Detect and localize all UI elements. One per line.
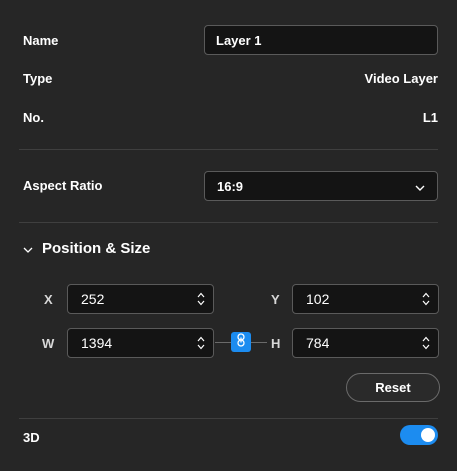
y-value: 102 [306, 291, 330, 307]
width-input[interactable]: 1394 [67, 328, 214, 358]
w-label: W [42, 336, 55, 351]
type-value: Video Layer [364, 71, 438, 86]
number-label: No. [23, 110, 44, 125]
link-connector [251, 342, 267, 343]
three-d-label: 3D [23, 430, 40, 445]
height-input[interactable]: 784 [292, 328, 439, 358]
aspect-ratio-label: Aspect Ratio [23, 178, 103, 193]
height-value: 784 [306, 335, 330, 351]
divider [19, 418, 438, 419]
name-label: Name [23, 33, 59, 48]
y-input[interactable]: 102 [292, 284, 439, 314]
toggle-knob [421, 428, 435, 442]
x-value: 252 [81, 291, 105, 307]
spinner-arrows-icon[interactable] [195, 335, 207, 351]
link-icon [237, 332, 245, 352]
type-label: Type [23, 71, 53, 86]
chevron-down-icon [415, 179, 425, 194]
width-value: 1394 [81, 335, 113, 351]
h-label: H [271, 336, 281, 351]
spinner-arrows-icon[interactable] [420, 335, 432, 351]
aspect-ratio-selected: 16:9 [217, 178, 244, 194]
position-size-header[interactable]: Position & Size [23, 240, 150, 257]
three-d-toggle[interactable] [400, 425, 438, 445]
layer-properties-panel: Name Type Video Layer No. L1 Aspect Rati… [0, 0, 457, 471]
divider [19, 149, 438, 150]
aspect-lock-button[interactable] [231, 332, 251, 352]
x-label: X [44, 292, 53, 307]
chevron-down-icon [23, 240, 42, 257]
y-label: Y [271, 292, 280, 307]
number-value: L1 [422, 110, 438, 125]
spinner-arrows-icon[interactable] [420, 291, 432, 307]
reset-button[interactable]: Reset [346, 373, 440, 402]
name-input[interactable] [204, 25, 438, 55]
spinner-arrows-icon[interactable] [195, 291, 207, 307]
x-input[interactable]: 252 [67, 284, 214, 314]
aspect-ratio-select[interactable]: 16:9 [204, 171, 438, 201]
link-connector [215, 342, 231, 343]
divider [19, 222, 438, 223]
position-size-title: Position & Size [42, 240, 151, 257]
